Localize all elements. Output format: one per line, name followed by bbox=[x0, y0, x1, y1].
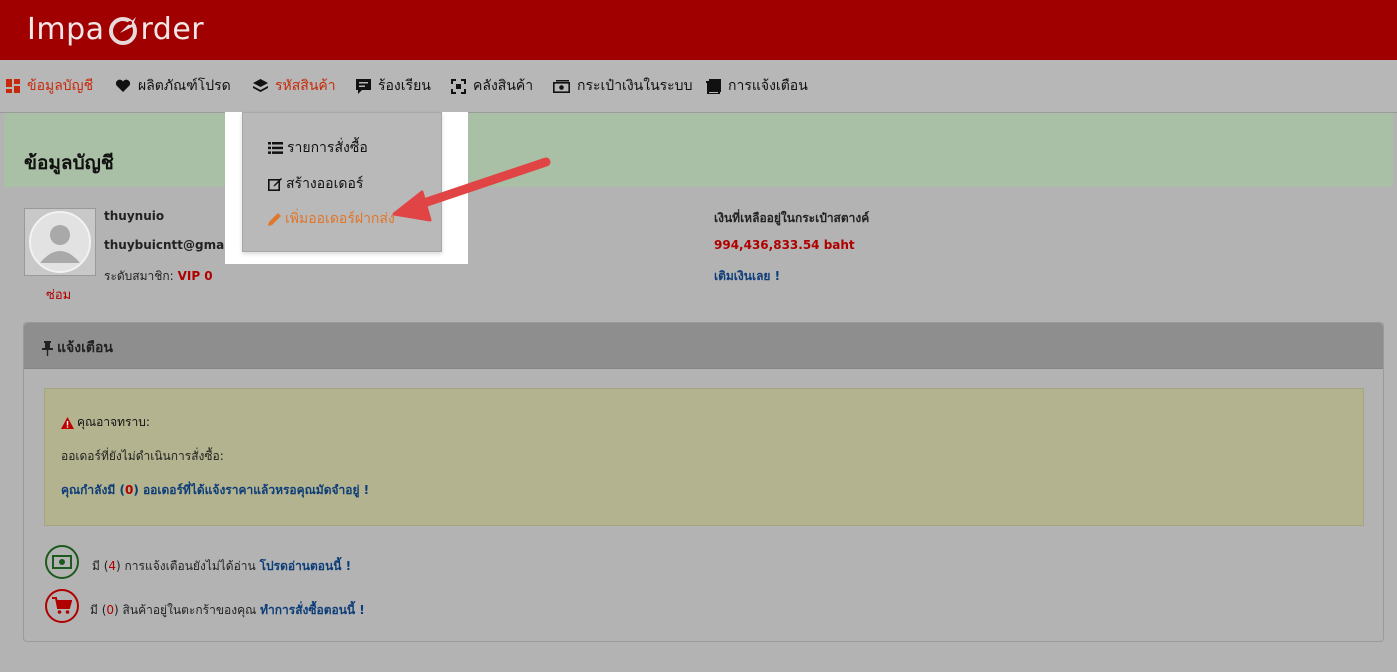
alert-deposit-orders-link[interactable]: คุณกำลังมี (0) ออเดอร์ที่ได้แจ้งราคาแล้ว… bbox=[61, 481, 369, 500]
nav-item-label: คลังสินค้า bbox=[473, 78, 534, 94]
username: thuynuio bbox=[104, 209, 165, 223]
unread-notifications-row: มี (4) การแจ้งเตือนยังไม่ได้อ่าน โปรดอ่า… bbox=[92, 557, 351, 576]
bookmarks-icon bbox=[706, 78, 721, 94]
nav-item-account[interactable]: ข้อมูลบัญชี bbox=[6, 76, 93, 96]
page-title: ข้อมูลบัญชี bbox=[24, 152, 114, 174]
dropdown-item-label: เพิ่มออเดอร์ฝากส่ง bbox=[285, 211, 395, 227]
product-code-dropdown: รายการสั่งซื้อ สร้างออเดอร์ เพิ่มออเดอร์… bbox=[242, 112, 442, 252]
row2-pre: มี ( bbox=[90, 603, 107, 617]
alert-line3-post: ) ออเดอร์ที่ได้แจ้งราคาแล้วหรอคุณมัดจำอย… bbox=[133, 483, 370, 497]
nav-item-warehouse[interactable]: คลังสินค้า bbox=[451, 76, 533, 96]
alert-heading-text: คุณอาจทราบ: bbox=[77, 415, 150, 429]
nav-item-label: ผลิตภัณฑ์โปรด bbox=[138, 78, 231, 94]
warning-icon bbox=[61, 416, 74, 429]
nav-item-complaint[interactable]: ร้องเรียน bbox=[356, 76, 431, 96]
cart-badge bbox=[45, 589, 79, 623]
row2-mid: ) สินค้าอยู่ในตะกร้าของคุณ bbox=[114, 603, 257, 617]
nav-item-label: รหัสสินค้า bbox=[275, 78, 336, 94]
logo-text-left: Impa bbox=[27, 12, 105, 47]
member-level-value: VIP 0 bbox=[177, 269, 213, 283]
order-alert-box: คุณอาจทราบ: ออเดอร์ที่ยังไม่ดำเนินการสั่… bbox=[44, 388, 1364, 526]
logo-text-right: rder bbox=[140, 12, 205, 47]
notification-panel: แจ้งเตือน คุณอาจทราบ: ออเดอร์ที่ยังไม่ดำ… bbox=[23, 322, 1384, 642]
cart-row: มี (0) สินค้าอยู่ในตะกร้าของคุณ ทำการสั่… bbox=[90, 601, 365, 620]
layers-icon bbox=[253, 79, 268, 92]
rocket-logo-icon bbox=[106, 13, 140, 47]
nav-item-wallet[interactable]: กระเป๋าเงินในระบบ bbox=[553, 76, 692, 96]
dropdown-item-create-order[interactable]: สร้างออเดอร์ bbox=[268, 173, 363, 195]
topup-link[interactable]: เติมเงินเลย ! bbox=[714, 267, 780, 286]
nav-item-notifications[interactable]: การแจ้งเตือน bbox=[706, 76, 808, 96]
alert-line3-pre: คุณกำลังมี ( bbox=[61, 483, 125, 497]
comment-icon bbox=[356, 78, 371, 94]
user-avatar-icon bbox=[29, 211, 91, 273]
notification-panel-title: แจ้งเตือน bbox=[42, 337, 113, 359]
dashboard-icon bbox=[6, 79, 20, 93]
dropdown-item-order-list[interactable]: รายการสั่งซื้อ bbox=[268, 137, 368, 159]
avatar-edit-link[interactable]: ซ่อม bbox=[46, 284, 71, 305]
pushpin-icon bbox=[42, 340, 53, 356]
alert-heading: คุณอาจทราบ: bbox=[61, 413, 150, 432]
avatar bbox=[24, 208, 96, 276]
dropdown-item-add-shipping-order[interactable]: เพิ่มออเดอร์ฝากส่ง bbox=[268, 208, 395, 230]
nav-item-favorites[interactable]: ผลิตภัณฑ์โปรด bbox=[115, 76, 231, 96]
title-band bbox=[4, 113, 1393, 187]
money-icon bbox=[553, 79, 570, 93]
member-level-label: ระดับสมาชิก: bbox=[104, 269, 174, 283]
row1-pre: มี ( bbox=[92, 559, 109, 573]
wallet-label: เงินที่เหลืออยู่ในกระเป๋าสตางค์ bbox=[714, 211, 870, 225]
heart-icon bbox=[115, 79, 131, 92]
app-logo[interactable]: Impa rder bbox=[27, 12, 204, 47]
warehouse-icon bbox=[451, 78, 466, 94]
nav-item-label: กระเป๋าเงินในระบบ bbox=[577, 78, 693, 94]
list-icon bbox=[268, 142, 283, 154]
nav-item-product-code[interactable]: รหัสสินค้า bbox=[253, 76, 336, 96]
nav-item-label: การแจ้งเตือน bbox=[728, 78, 808, 94]
row1-count: 4 bbox=[108, 559, 117, 573]
edit-icon bbox=[268, 178, 282, 191]
row2-count: 0 bbox=[106, 603, 115, 617]
order-now-link[interactable]: ทำการสั่งซื้อตอนนี้ ! bbox=[260, 603, 365, 617]
notification-panel-title-text: แจ้งเตือน bbox=[57, 340, 113, 356]
alert-pending-orders-label: ออเดอร์ที่ยังไม่ดำเนินการสั่งซื้อ: bbox=[61, 449, 224, 463]
nav-item-label: ร้องเรียน bbox=[378, 78, 431, 94]
wallet-balance: 994,436,833.54 baht bbox=[714, 238, 855, 252]
member-level: ระดับสมาชิก: VIP 0 bbox=[104, 267, 213, 286]
row1-mid: ) การแจ้งเตือนยังไม่ได้อ่าน bbox=[116, 559, 256, 573]
notification-panel-header: แจ้งเตือน bbox=[24, 323, 1383, 369]
dropdown-item-label: รายการสั่งซื้อ bbox=[287, 140, 368, 156]
banknote-icon bbox=[52, 555, 72, 569]
dropdown-item-label: สร้างออเดอร์ bbox=[286, 176, 364, 192]
read-now-link[interactable]: โปรดอ่านตอนนี้ ! bbox=[260, 559, 352, 573]
top-header: Impa rder bbox=[0, 0, 1397, 60]
unread-notifications-badge bbox=[45, 545, 79, 579]
nav-item-label: ข้อมูลบัญชี bbox=[27, 78, 94, 94]
pencil-icon bbox=[268, 212, 281, 226]
cart-icon bbox=[52, 597, 72, 614]
main-nav: ข้อมูลบัญชี ผลิตภัณฑ์โปรด รหัสสินค้า ร้อ… bbox=[0, 60, 1397, 113]
